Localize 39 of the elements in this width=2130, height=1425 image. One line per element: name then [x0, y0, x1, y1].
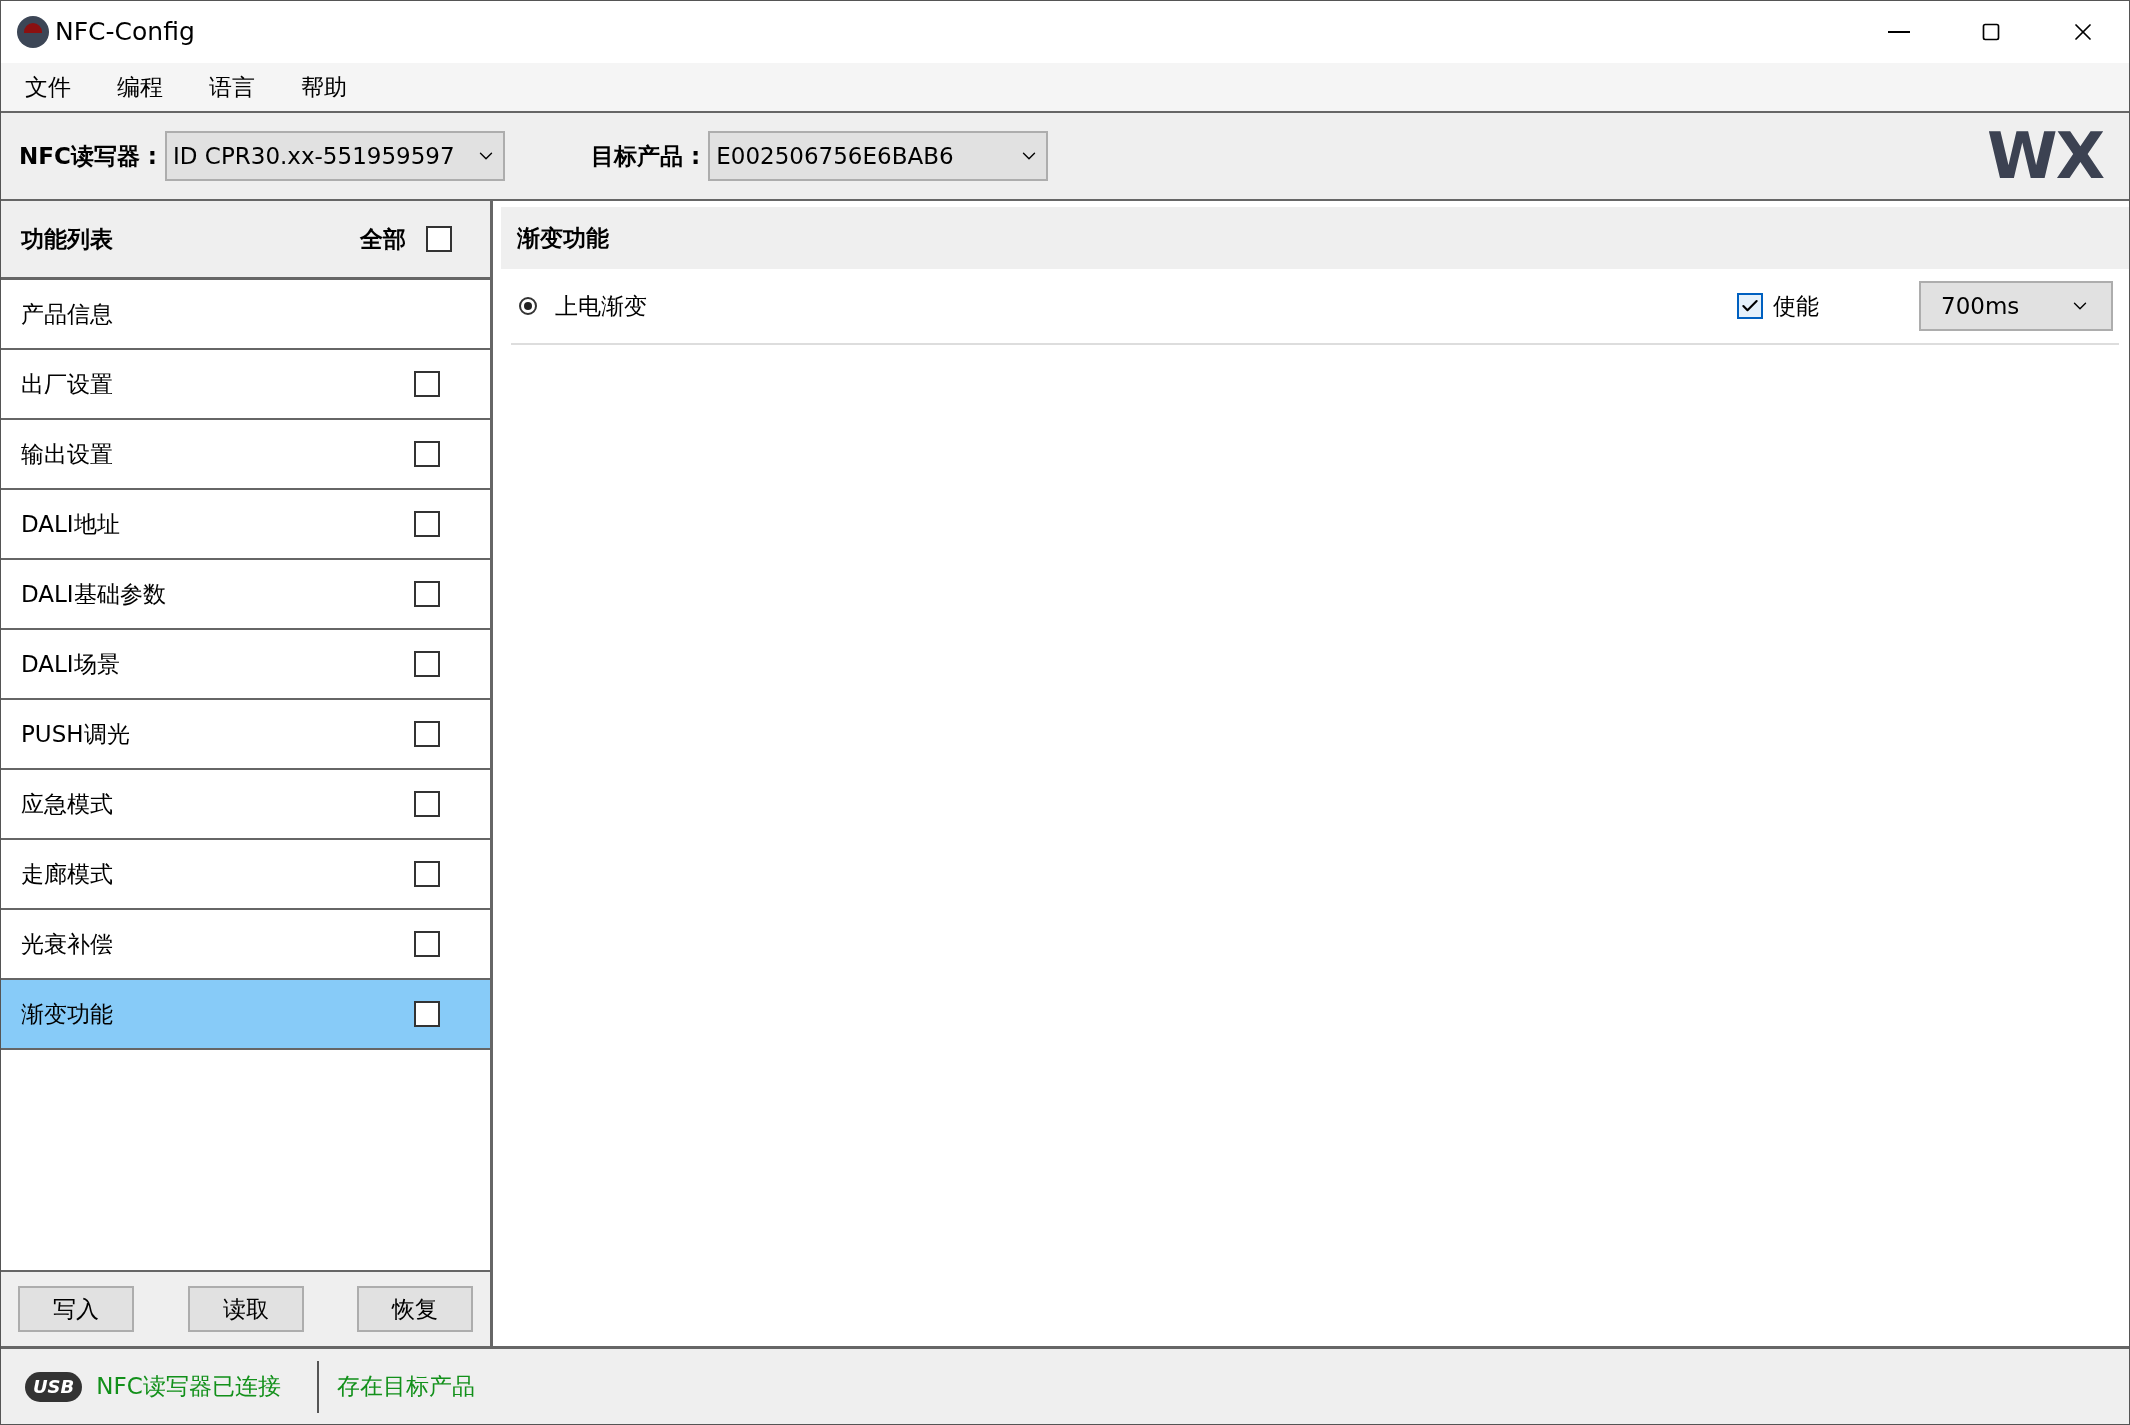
menu-item[interactable]: 文件	[13, 65, 83, 109]
checkbox[interactable]	[414, 651, 440, 677]
reader-label: NFC读写器 :	[19, 141, 158, 171]
duration-dropdown[interactable]: 700ms	[1919, 281, 2113, 331]
checkbox[interactable]	[414, 371, 440, 397]
window-title: NFC-Config	[55, 16, 195, 49]
checkbox[interactable]	[414, 861, 440, 887]
menu-item[interactable]: 编程	[105, 65, 175, 109]
radio-label: 上电渐变	[555, 291, 647, 321]
checkbox[interactable]	[1737, 293, 1763, 319]
list-item[interactable]: 渐变功能	[1, 980, 490, 1050]
minimize-icon	[1888, 31, 1910, 33]
product-label: 目标产品 :	[591, 141, 701, 171]
menu-item[interactable]: 帮助	[289, 65, 359, 109]
action-button[interactable]: 读取	[187, 1286, 304, 1332]
action-button[interactable]: 恢复	[357, 1286, 473, 1332]
panel-header: 渐变功能	[501, 207, 2129, 269]
status-text: NFC读写器已连接	[96, 1372, 281, 1402]
list-title: 功能列表	[21, 224, 114, 254]
checkbox[interactable]	[414, 441, 440, 467]
logo: WX	[1987, 124, 2103, 188]
checkbox[interactable]	[414, 791, 440, 817]
checkbox[interactable]	[414, 1001, 440, 1027]
reader-dropdown[interactable]: ID CPR30.xx-551959597	[165, 131, 506, 181]
all-label: 全部	[360, 224, 406, 254]
radio-button[interactable]	[519, 297, 537, 315]
usb-icon: USB	[25, 1371, 83, 1402]
checkbox[interactable]	[414, 721, 440, 747]
maximize-icon	[1981, 22, 2001, 42]
product-dropdown[interactable]: E002506756E6BAB6	[708, 131, 1049, 181]
app-icon	[17, 16, 49, 48]
checkbox[interactable]	[414, 931, 440, 957]
status-text: 存在目标产品	[336, 1372, 475, 1402]
checkbox[interactable]	[414, 511, 440, 537]
checkbox[interactable]	[426, 226, 452, 252]
menu-item[interactable]: 语言	[197, 65, 267, 109]
action-button[interactable]: 写入	[18, 1286, 134, 1332]
checkbox-label: 使能	[1773, 291, 1819, 321]
checkbox[interactable]	[414, 581, 440, 607]
